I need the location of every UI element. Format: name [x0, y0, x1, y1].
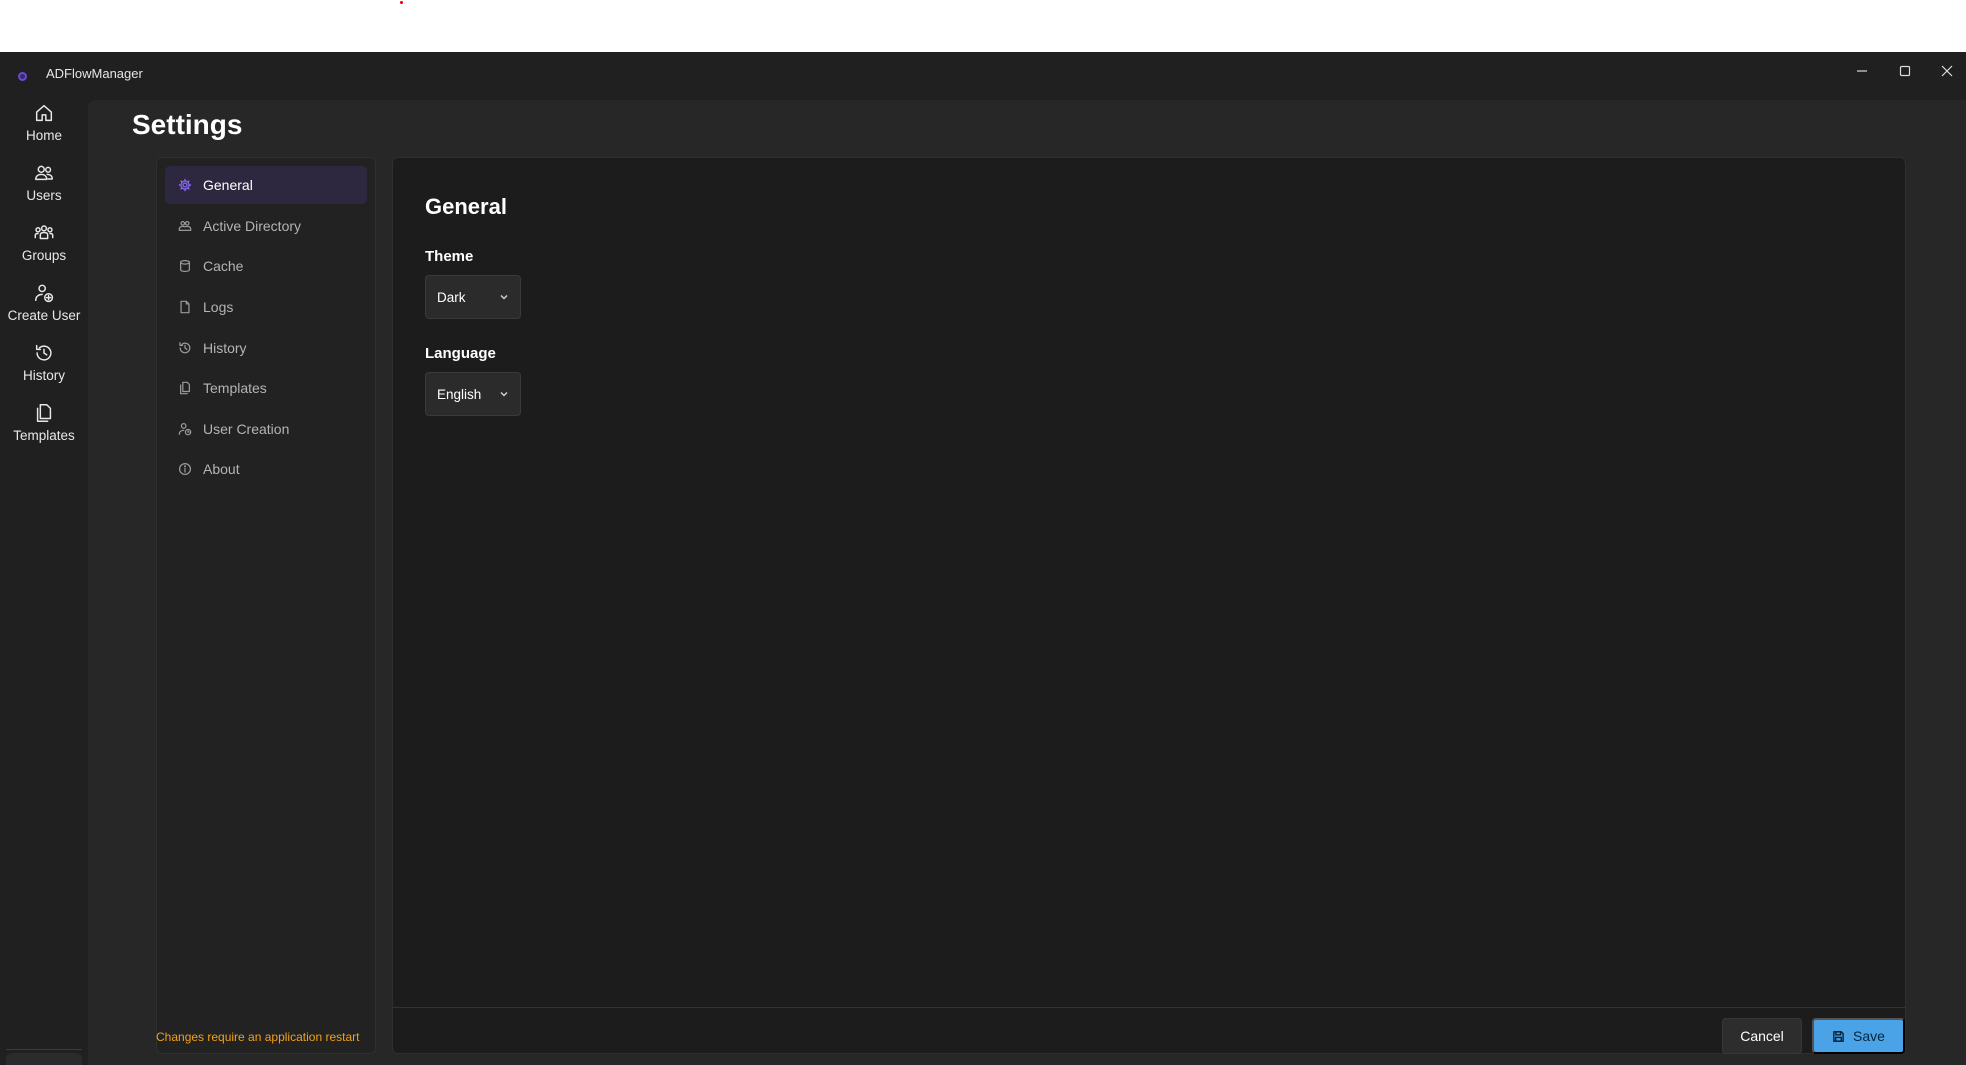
settings-menu-item-user-creation[interactable]: User Creation [165, 410, 367, 448]
save-button-label: Save [1853, 1028, 1885, 1044]
settings-menu-label: History [203, 340, 247, 356]
footer-divider [392, 1007, 1906, 1008]
settings-menu-label: General [203, 177, 253, 193]
restart-warning: Changes require an application restart [156, 1030, 360, 1044]
nav-item-groups[interactable]: Groups [0, 222, 88, 280]
history-icon [179, 342, 191, 354]
nav-item-home[interactable]: Home [0, 102, 88, 160]
settings-menu-item-logs[interactable]: Logs [165, 288, 367, 326]
templates-icon [36, 404, 52, 422]
settings-menu-item-history[interactable]: History [165, 329, 367, 367]
section-title: General [425, 194, 507, 219]
app-title: ADFlowManager [46, 66, 143, 81]
desktop-strip [0, 0, 1966, 52]
save-button[interactable]: Save [1812, 1018, 1905, 1054]
nav-item-users[interactable]: Users [0, 162, 88, 220]
navigation-rail: Home Users Groups Create User History Te… [0, 100, 88, 1065]
settings-menu-label: Logs [203, 299, 234, 315]
red-dot [400, 1, 403, 4]
user-creation-icon [178, 423, 192, 436]
settings-menu-item-about[interactable]: About [165, 450, 367, 488]
nav-divider [6, 1049, 82, 1050]
settings-menu: General Active Directory Cache Logs Hist… [156, 157, 376, 1054]
cancel-button[interactable]: Cancel [1722, 1018, 1802, 1054]
nav-item-label: Users [26, 188, 62, 203]
database-icon [180, 259, 190, 273]
settings-menu-item-general[interactable]: General [165, 166, 367, 204]
settings-menu-item-cache[interactable]: Cache [165, 247, 367, 285]
history-icon [35, 344, 52, 361]
gear-icon [178, 178, 192, 192]
settings-menu-item-templates[interactable]: Templates [165, 369, 367, 407]
minimize-icon [1857, 70, 1867, 72]
close-icon [1941, 65, 1953, 77]
nav-item-settings[interactable] [6, 1053, 82, 1065]
nav-item-label: Create User [7, 308, 81, 323]
page-title: Settings [132, 109, 243, 140]
minimize-button[interactable] [1842, 56, 1882, 86]
document-icon [180, 300, 190, 314]
settings-content-panel: General Theme Dark Language English [392, 157, 1906, 1054]
settings-menu-label: About [203, 461, 240, 477]
save-icon [1833, 1030, 1844, 1042]
theme-select-value: Dark [437, 289, 466, 305]
nav-item-templates[interactable]: Templates [0, 402, 88, 460]
groups-icon [34, 225, 54, 240]
chevron-down-icon [500, 294, 508, 300]
language-select-value: English [437, 386, 482, 402]
maximize-icon [1899, 65, 1911, 77]
theme-select[interactable]: Dark [425, 275, 521, 319]
nav-item-create-user[interactable]: Create User [0, 282, 88, 340]
nav-item-label: Groups [21, 248, 67, 263]
nav-item-label: Home [25, 128, 62, 143]
language-select[interactable]: English [425, 372, 521, 416]
title-bar[interactable]: ADFlowManager [0, 52, 1966, 100]
nav-item-history[interactable]: History [0, 342, 88, 400]
info-icon [178, 462, 192, 476]
settings-menu-label: Cache [203, 258, 244, 274]
users-icon [35, 165, 53, 181]
app-logo-icon [18, 72, 27, 81]
maximize-button[interactable] [1885, 56, 1925, 86]
settings-menu-label: User Creation [203, 421, 290, 437]
chevron-down-icon [500, 391, 508, 397]
create-user-icon [35, 284, 54, 303]
nav-item-label: Templates [13, 428, 75, 443]
settings-menu-item-active-directory[interactable]: Active Directory [165, 207, 367, 245]
settings-menu-label: Templates [203, 380, 267, 396]
templates-icon [180, 381, 190, 395]
language-label: Language [425, 345, 496, 362]
home-icon [35, 104, 53, 122]
directory-icon [178, 221, 192, 231]
close-button[interactable] [1927, 56, 1966, 86]
nav-item-label: History [22, 368, 65, 383]
settings-menu-label: Active Directory [203, 218, 302, 234]
theme-label: Theme [425, 248, 474, 265]
